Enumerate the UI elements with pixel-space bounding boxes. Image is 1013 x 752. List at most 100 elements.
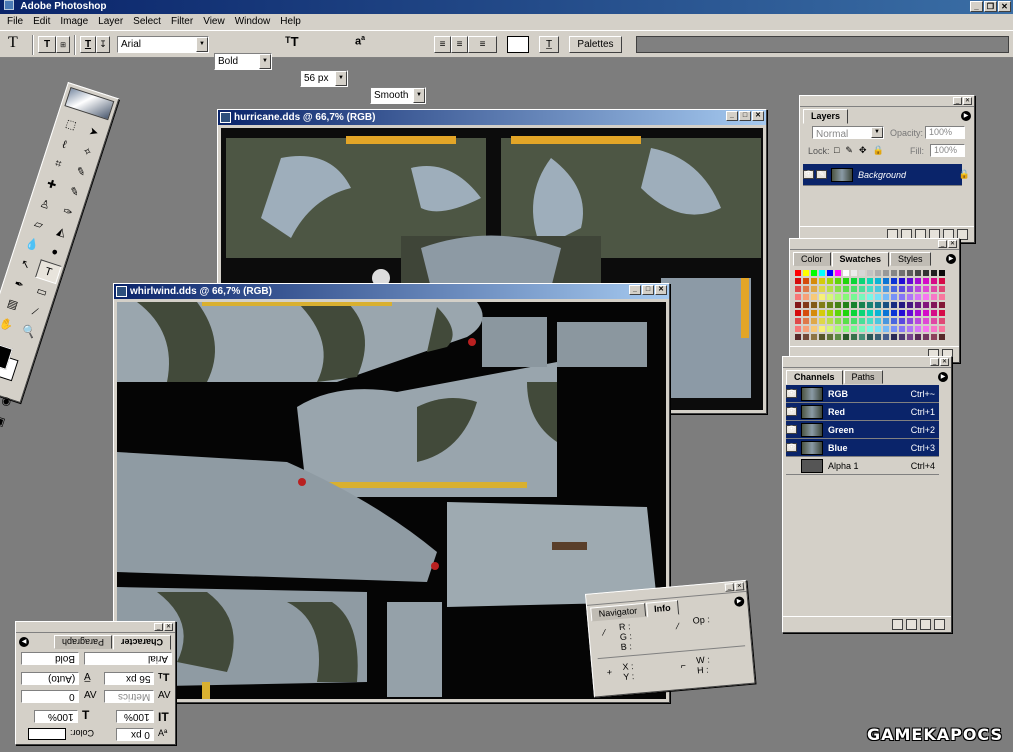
color-swatch[interactable] [810, 309, 818, 317]
color-swatch[interactable] [850, 301, 858, 309]
color-swatch[interactable] [930, 325, 938, 333]
color-swatch[interactable] [938, 333, 946, 341]
color-swatch[interactable] [858, 333, 866, 341]
color-swatch[interactable] [882, 293, 890, 301]
color-swatch[interactable] [850, 333, 858, 341]
new-channel-icon[interactable] [920, 619, 931, 630]
color-swatch[interactable] [874, 333, 882, 341]
tab-layers[interactable]: Layers [803, 109, 849, 124]
color-swatch[interactable] [850, 293, 858, 301]
align-right-button[interactable]: ≡ [468, 36, 497, 53]
color-swatch[interactable] [874, 269, 882, 277]
color-swatch[interactable] [914, 333, 922, 341]
blend-mode-select[interactable]: Normal ▼ [812, 126, 884, 140]
color-swatch[interactable] [930, 277, 938, 285]
color-swatch[interactable] [850, 269, 858, 277]
color-swatch[interactable] [882, 325, 890, 333]
restore-button[interactable]: ❐ [984, 1, 997, 12]
color-swatch[interactable] [930, 301, 938, 309]
color-swatch[interactable] [818, 269, 826, 277]
close-button[interactable]: ✕ [164, 623, 173, 631]
menu-edit[interactable]: Edit [28, 14, 55, 30]
palette-menu-icon[interactable]: ▶ [946, 254, 956, 264]
antialias-select[interactable]: Smooth ▼ [370, 87, 426, 104]
color-swatch[interactable] [874, 277, 882, 285]
color-swatch[interactable] [858, 317, 866, 325]
color-swatch[interactable] [882, 317, 890, 325]
text-mask-icon[interactable]: ⊞ [56, 36, 70, 53]
color-swatch[interactable] [802, 301, 810, 309]
color-swatch[interactable] [842, 269, 850, 277]
color-swatch[interactable] [850, 277, 858, 285]
document-window-whirlwind[interactable]: whirlwind.dds @ 66,7% (RGB) _ □ ✕ [113, 283, 670, 703]
color-swatch[interactable] [930, 333, 938, 341]
color-swatch[interactable] [866, 317, 874, 325]
tracking-field[interactable]: 0 [21, 690, 79, 703]
text-color-swatch[interactable] [507, 36, 529, 53]
color-swatch[interactable] [810, 277, 818, 285]
color-swatch[interactable] [826, 317, 834, 325]
menu-view[interactable]: View [198, 14, 230, 30]
color-swatch[interactable] [890, 317, 898, 325]
font-style-select[interactable]: Bold [21, 652, 79, 665]
color-swatch[interactable] [858, 269, 866, 277]
color-swatch[interactable] [938, 309, 946, 317]
close-button[interactable]: ✕ [963, 97, 972, 105]
color-swatch[interactable] [810, 325, 818, 333]
color-swatch[interactable] [882, 309, 890, 317]
color-swatch[interactable] [842, 325, 850, 333]
color-swatch[interactable] [818, 285, 826, 293]
color-swatch[interactable] [826, 285, 834, 293]
align-center-button[interactable]: ≡ [451, 36, 468, 53]
color-swatch[interactable] [898, 333, 906, 341]
color-swatch[interactable] [930, 285, 938, 293]
quick-mask-icon[interactable]: ◉ [0, 389, 20, 414]
color-swatch[interactable] [898, 269, 906, 277]
color-swatch[interactable] [938, 301, 946, 309]
palettes-button[interactable]: Palettes [569, 36, 622, 53]
align-left-button[interactable]: ≡ [434, 36, 451, 53]
color-swatch[interactable] [826, 301, 834, 309]
color-swatch[interactable] [914, 269, 922, 277]
color-swatch[interactable] [882, 277, 890, 285]
visibility-eye-icon[interactable]: 👁 [786, 443, 797, 452]
color-swatch[interactable] [818, 301, 826, 309]
color-swatch[interactable] [834, 285, 842, 293]
color-swatch[interactable] [922, 325, 930, 333]
maximize-button[interactable]: □ [642, 285, 654, 295]
color-swatch[interactable] [914, 301, 922, 309]
color-swatch[interactable] [834, 293, 842, 301]
color-swatch[interactable] [898, 325, 906, 333]
color-swatch[interactable] [938, 285, 946, 293]
minimize-button[interactable]: _ [724, 583, 735, 592]
brush-link-icon[interactable]: ✎ [816, 170, 827, 179]
color-swatch[interactable] [874, 293, 882, 301]
color-swatch[interactable] [914, 293, 922, 301]
color-swatch[interactable] [794, 317, 802, 325]
color-swatch[interactable] [906, 269, 914, 277]
color-swatch[interactable] [794, 277, 802, 285]
color-swatch[interactable] [866, 325, 874, 333]
minimize-button[interactable]: _ [938, 240, 947, 248]
horizontal-scale-field[interactable]: 100% [34, 710, 78, 723]
color-swatch[interactable] [834, 301, 842, 309]
color-swatch[interactable] [906, 285, 914, 293]
color-swatch[interactable] [794, 333, 802, 341]
load-selection-icon[interactable] [892, 619, 903, 630]
visibility-eye-icon[interactable]: 👁 [786, 389, 797, 398]
color-swatch[interactable] [826, 325, 834, 333]
color-swatch[interactable] [906, 293, 914, 301]
visibility-eye-icon[interactable]: 👁 [803, 170, 814, 179]
color-swatch[interactable] [866, 285, 874, 293]
font-size-select[interactable]: 56 px ▼ [300, 70, 348, 87]
color-swatch[interactable] [810, 333, 818, 341]
channel-row-rgb[interactable]: 👁 RGB Ctrl+~ [786, 385, 939, 403]
color-swatch[interactable] [842, 309, 850, 317]
color-swatch[interactable] [930, 269, 938, 277]
color-swatch[interactable] [874, 309, 882, 317]
font-style-select[interactable]: Bold ▼ [214, 53, 272, 70]
layer-row-background[interactable]: 👁 ✎ Background 🔒 [803, 164, 970, 186]
color-swatch[interactable] [866, 333, 874, 341]
palette-menu-icon[interactable]: ▶ [733, 596, 745, 608]
color-swatch[interactable] [818, 309, 826, 317]
